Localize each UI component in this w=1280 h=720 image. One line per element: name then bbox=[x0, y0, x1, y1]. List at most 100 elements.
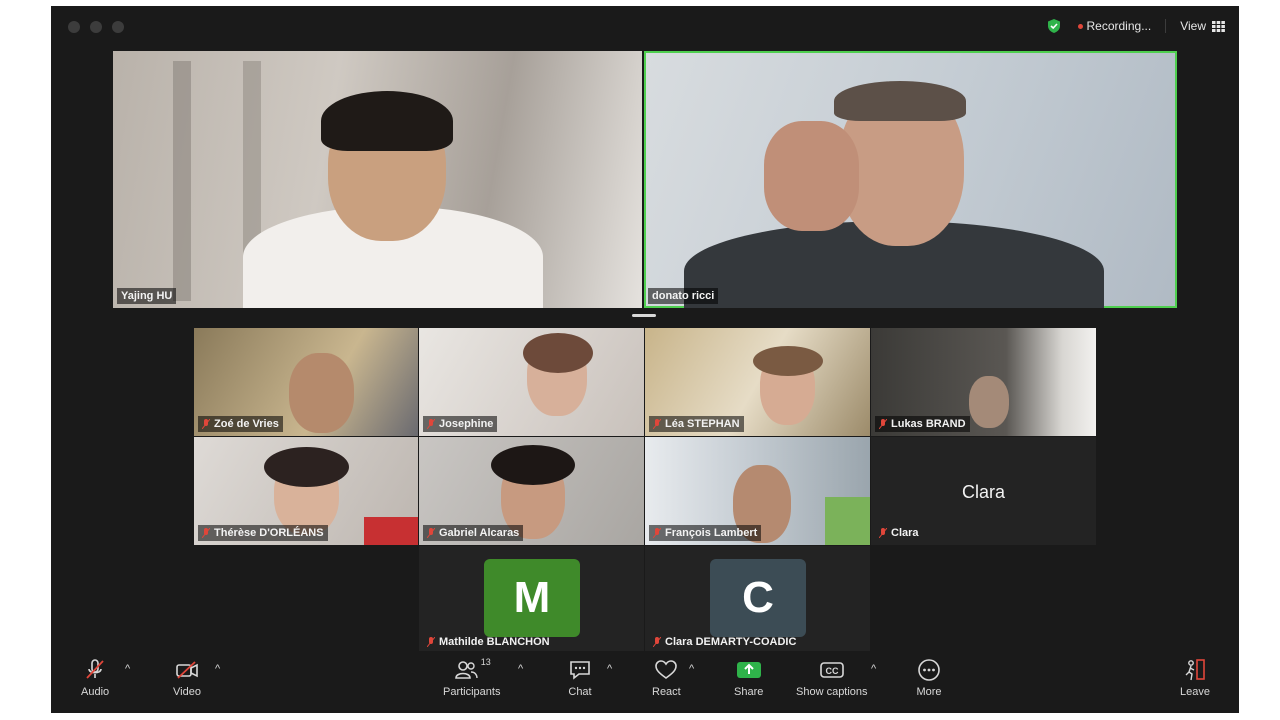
grid-view-icon bbox=[1212, 20, 1225, 32]
heart-icon bbox=[655, 660, 678, 679]
avatar: C bbox=[710, 559, 806, 637]
muted-mic-icon bbox=[201, 527, 211, 539]
video-tile-participant-no-video[interactable]: C Clara DEMARTY-COADIC bbox=[645, 546, 870, 654]
view-label: View bbox=[1180, 19, 1206, 33]
recording-indicator[interactable]: Recording... bbox=[1077, 19, 1151, 33]
chat-button[interactable]: Chat bbox=[567, 657, 593, 698]
video-tile-participant[interactable]: Léa STEPHAN bbox=[645, 328, 870, 436]
svg-text:CC: CC bbox=[825, 666, 838, 676]
participant-name: François Lambert bbox=[665, 527, 758, 539]
top-status-bar: Recording... View bbox=[1046, 18, 1226, 34]
resize-divider-handle[interactable] bbox=[632, 314, 656, 317]
person-hair bbox=[523, 333, 593, 373]
participant-name-tag: Yajing HU bbox=[117, 288, 177, 304]
participant-name: donato ricci bbox=[652, 290, 715, 302]
leave-icon bbox=[1185, 659, 1205, 681]
participant-name-tag: Clara bbox=[875, 525, 923, 541]
avatar: M bbox=[484, 559, 580, 637]
audio-button[interactable]: Audio bbox=[81, 657, 109, 698]
participant-name: Lukas BRAND bbox=[891, 418, 966, 430]
participant-name: Mathilde BLANCHON bbox=[439, 636, 550, 648]
person-face bbox=[289, 353, 354, 433]
muted-mic-icon bbox=[201, 418, 211, 430]
react-label: React bbox=[652, 686, 681, 698]
closed-captions-icon: CC bbox=[819, 662, 844, 678]
share-screen-icon bbox=[736, 662, 761, 678]
participant-name-tag: Zoé de Vries bbox=[198, 416, 283, 432]
chat-options-caret[interactable]: ^ bbox=[607, 663, 612, 675]
participant-name-tag: Thérèse D'ORLÉANS bbox=[198, 525, 328, 541]
person-hair bbox=[834, 81, 966, 121]
video-tile-participant[interactable]: Josephine bbox=[419, 328, 644, 436]
video-tile-participant-no-video[interactable]: Clara Clara bbox=[871, 437, 1096, 545]
participant-name: Thérèse D'ORLÉANS bbox=[214, 527, 324, 539]
more-button[interactable]: More bbox=[916, 657, 942, 698]
video-tile-participant[interactable]: Lukas BRAND bbox=[871, 328, 1096, 436]
muted-microphone-icon bbox=[86, 659, 104, 679]
minimize-window-button[interactable] bbox=[90, 21, 102, 33]
background-plant bbox=[825, 497, 870, 545]
react-button[interactable]: React bbox=[652, 657, 681, 698]
participant-name: Clara bbox=[891, 527, 919, 539]
video-tile-participant[interactable]: François Lambert bbox=[645, 437, 870, 545]
participant-name-tag: Lukas BRAND bbox=[875, 416, 970, 432]
participants-label: Participants bbox=[443, 686, 501, 698]
muted-mic-icon bbox=[426, 636, 436, 648]
leave-label: Leave bbox=[1180, 686, 1210, 698]
share-label: Share bbox=[734, 686, 764, 698]
captions-label: Show captions bbox=[796, 686, 868, 698]
video-tile-active-speaker[interactable]: donato ricci bbox=[644, 51, 1177, 308]
leave-button[interactable]: Leave bbox=[1180, 657, 1210, 698]
video-tile-participant[interactable]: Zoé de Vries bbox=[194, 328, 418, 436]
video-tile-participant-no-video[interactable]: M Mathilde BLANCHON bbox=[419, 546, 644, 654]
participant-name: Gabriel Alcaras bbox=[439, 527, 520, 539]
encryption-shield-icon[interactable] bbox=[1046, 18, 1062, 34]
video-off-icon bbox=[176, 661, 198, 679]
video-label: Video bbox=[173, 686, 201, 698]
audio-label: Audio bbox=[81, 686, 110, 698]
meeting-toolbar: Audio ^ Video ^ 13 Participants ^ Chat ^… bbox=[51, 651, 1239, 713]
person-hair bbox=[264, 447, 349, 487]
participant-name: Yajing HU bbox=[121, 290, 173, 302]
muted-mic-icon bbox=[426, 527, 436, 539]
participant-name-tag: Mathilde BLANCHON bbox=[423, 634, 554, 650]
react-options-caret[interactable]: ^ bbox=[689, 663, 694, 675]
person-hair bbox=[321, 91, 453, 151]
meeting-window: Recording... View Yajing HU donato ricci bbox=[51, 6, 1239, 713]
participant-display-name: Clara bbox=[961, 482, 1005, 502]
chat-label: Chat bbox=[568, 686, 592, 698]
more-icon bbox=[918, 659, 940, 681]
participant-name-tag: Clara DEMARTY-COADIC bbox=[649, 634, 800, 650]
participant-name-tag: Gabriel Alcaras bbox=[423, 525, 524, 541]
video-options-caret[interactable]: ^ bbox=[215, 663, 220, 675]
participant-name: Josephine bbox=[439, 418, 494, 430]
person-hair bbox=[753, 346, 823, 376]
captions-options-caret[interactable]: ^ bbox=[871, 663, 876, 675]
video-tile-participant[interactable]: Thérèse D'ORLÉANS bbox=[194, 437, 418, 545]
view-button[interactable]: View bbox=[1180, 19, 1225, 33]
headphones bbox=[491, 445, 575, 485]
more-label: More bbox=[916, 686, 942, 698]
video-tile-participant[interactable]: Gabriel Alcaras bbox=[419, 437, 644, 545]
muted-mic-icon bbox=[652, 418, 662, 430]
muted-mic-icon bbox=[652, 636, 662, 648]
red-garment bbox=[364, 517, 418, 545]
person-hand bbox=[764, 121, 859, 231]
video-tile-speaker[interactable]: Yajing HU bbox=[113, 51, 642, 308]
muted-mic-icon bbox=[878, 527, 888, 539]
participant-name-tag: donato ricci bbox=[648, 288, 719, 304]
audio-options-caret[interactable]: ^ bbox=[125, 663, 130, 675]
participants-count: 13 bbox=[480, 657, 491, 667]
share-button[interactable]: Share bbox=[734, 657, 763, 698]
participants-button[interactable]: 13 Participants bbox=[443, 657, 500, 698]
muted-mic-icon bbox=[652, 527, 662, 539]
zoom-window-button[interactable] bbox=[112, 21, 124, 33]
participants-options-caret[interactable]: ^ bbox=[518, 663, 523, 675]
chat-icon bbox=[570, 661, 590, 680]
participant-name-tag: Josephine bbox=[423, 416, 498, 432]
muted-mic-icon bbox=[426, 418, 436, 430]
close-window-button[interactable] bbox=[68, 21, 80, 33]
captions-button[interactable]: CC Show captions bbox=[796, 657, 868, 698]
video-button[interactable]: Video bbox=[173, 657, 201, 698]
curtain-stripe bbox=[173, 61, 191, 301]
